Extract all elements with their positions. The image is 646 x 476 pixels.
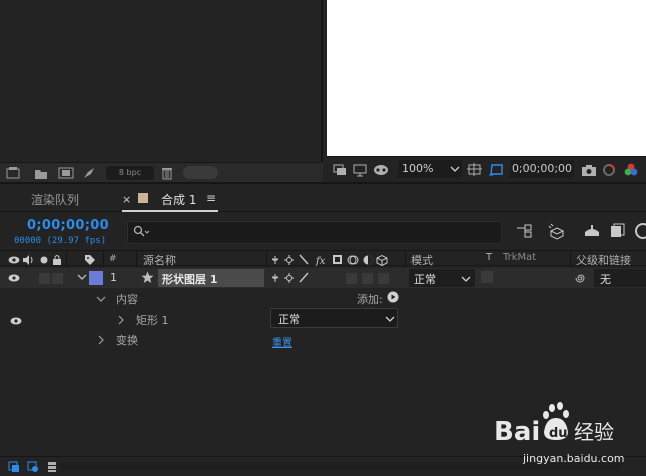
new-composition-icon[interactable] [58,166,74,180]
mask-visibility-icon[interactable] [373,163,388,177]
svg-text:Bai: Bai [494,417,540,447]
transform-group-label[interactable]: 变换 [116,332,138,348]
rectangle-group-label[interactable]: 矩形 1 [136,312,169,328]
blend-mode-value: 正常 [278,313,300,326]
transfer-controls-toggle-icon[interactable] [27,461,39,473]
add-menu-label: 添加: [357,293,383,306]
shy-layers-icon[interactable] [582,222,602,240]
composition-viewer[interactable] [327,0,646,156]
viewer-toolbar: 100% 0;00;00;00 [327,156,646,182]
watermark-url: jingyan.baidu.com [523,452,625,465]
layer-switches-toggle-icon[interactable] [8,461,20,473]
timeline-column-header: # 源名称 fx 模式 T TrkMat 父级和链接 [0,250,646,268]
3d-toggle[interactable] [362,273,373,284]
solo-dot-icon[interactable] [39,252,49,266]
layer-switches-icon[interactable] [272,272,312,284]
layer-search-input[interactable] [127,221,502,244]
chevron-down-icon[interactable] [77,272,87,282]
solo-toggle[interactable] [39,273,50,284]
baidu-jingyan-logo: Bai du 经验 [494,402,614,450]
layer-mode-select[interactable]: 正常 [409,269,475,287]
trkmat-header: TrkMat [503,252,537,263]
composition-flowchart-icon[interactable] [515,222,535,240]
parent-value: 无 [600,273,611,286]
source-name-header[interactable]: 源名称 [143,252,176,268]
region-of-interest-icon[interactable] [489,163,503,177]
show-snapshot-icon[interactable] [602,163,616,177]
parent-link-header[interactable]: 父级和链接 [576,252,631,268]
preserve-transparency-header: T [486,252,493,263]
fit-to-frame-icon[interactable] [467,163,482,177]
lock-icon[interactable] [52,252,62,266]
camera-snapshot-icon[interactable] [581,163,596,177]
chevron-down-icon [461,276,471,282]
contents-group-label[interactable]: 内容 [116,291,138,307]
pickwhip-spiral-icon[interactable] [575,272,587,284]
layer-label-color[interactable] [89,271,103,285]
always-preview-icon[interactable] [333,163,347,177]
motion-blur-icon[interactable] [634,222,646,240]
draft-3d-icon[interactable] [547,222,567,240]
svg-text:fx: fx [315,256,326,266]
tab-composition[interactable]: 合成 1 [161,191,196,208]
frame-blending-icon[interactable] [608,222,628,240]
blend-mode-select[interactable]: 正常 [270,308,398,328]
layer-switches-header-icon[interactable]: fx [272,252,404,266]
comp-color-swatch [138,193,148,203]
mode-header[interactable]: 模式 [411,252,433,268]
chevron-down-icon [450,166,460,172]
in-out-toggle-icon[interactable] [46,461,58,473]
thumbnail-scroll-handle[interactable] [183,166,218,179]
trash-icon[interactable] [160,166,174,180]
layer-name: 形状图层 1 [162,273,218,286]
search-icon [133,225,150,237]
bit-depth-button[interactable]: 8 bpc [106,166,154,180]
preserve-transparency-toggle[interactable] [481,271,493,283]
layer-number: 1 [110,271,117,284]
viewer-timecode[interactable]: 0;00;00;00 [510,160,574,178]
project-settings-icon[interactable] [82,166,96,180]
project-footer: 8 bpc [0,162,323,182]
video-eye-icon[interactable] [8,252,20,266]
panel-tabs: 渲染队列 × 合成 1 ≡ [0,184,646,212]
audio-speaker-icon[interactable] [22,252,34,266]
close-icon[interactable]: × [122,193,131,206]
layer-mode-value: 正常 [414,273,436,286]
label-tag-icon[interactable] [84,252,96,266]
chevron-down-icon[interactable] [96,294,106,304]
project-content-area[interactable] [0,0,323,162]
blur-toggle[interactable] [378,273,389,284]
adjustment-toggle[interactable] [346,273,357,284]
project-panel: 8 bpc [0,0,323,182]
current-time-display[interactable]: 0;00;00;00 [27,218,109,233]
frame-rate-readout: 00000 (29.97 fps) [14,236,107,246]
new-folder-icon[interactable] [34,166,48,180]
eye-icon[interactable] [8,272,20,284]
zoom-select[interactable]: 100% [398,160,462,178]
svg-text:经验: 经验 [574,420,614,444]
parent-select[interactable]: 无 [594,269,646,287]
layer-row[interactable]: 1 形状图层 1 正常 无 [0,268,646,288]
reset-link[interactable]: 重置 [272,334,292,349]
chevron-right-icon[interactable] [116,315,126,325]
layer-number-header: # [109,254,117,264]
zoom-value: 100% [402,162,434,175]
eye-icon[interactable] [10,315,22,327]
chevron-right-icon[interactable] [96,335,106,345]
active-tab-indicator [122,210,218,212]
tab-render-queue[interactable]: 渲染队列 [31,191,79,208]
monitor-icon[interactable] [353,163,367,177]
svg-text:du: du [549,426,568,441]
star-shape-icon [141,271,154,284]
lock-toggle[interactable] [52,273,63,284]
color-channels-icon[interactable] [623,163,638,177]
chevron-down-icon [385,316,395,322]
panel-menu-icon[interactable]: ≡ [206,191,216,205]
interpret-footage-icon[interactable] [6,166,20,180]
add-play-icon[interactable] [387,291,399,303]
